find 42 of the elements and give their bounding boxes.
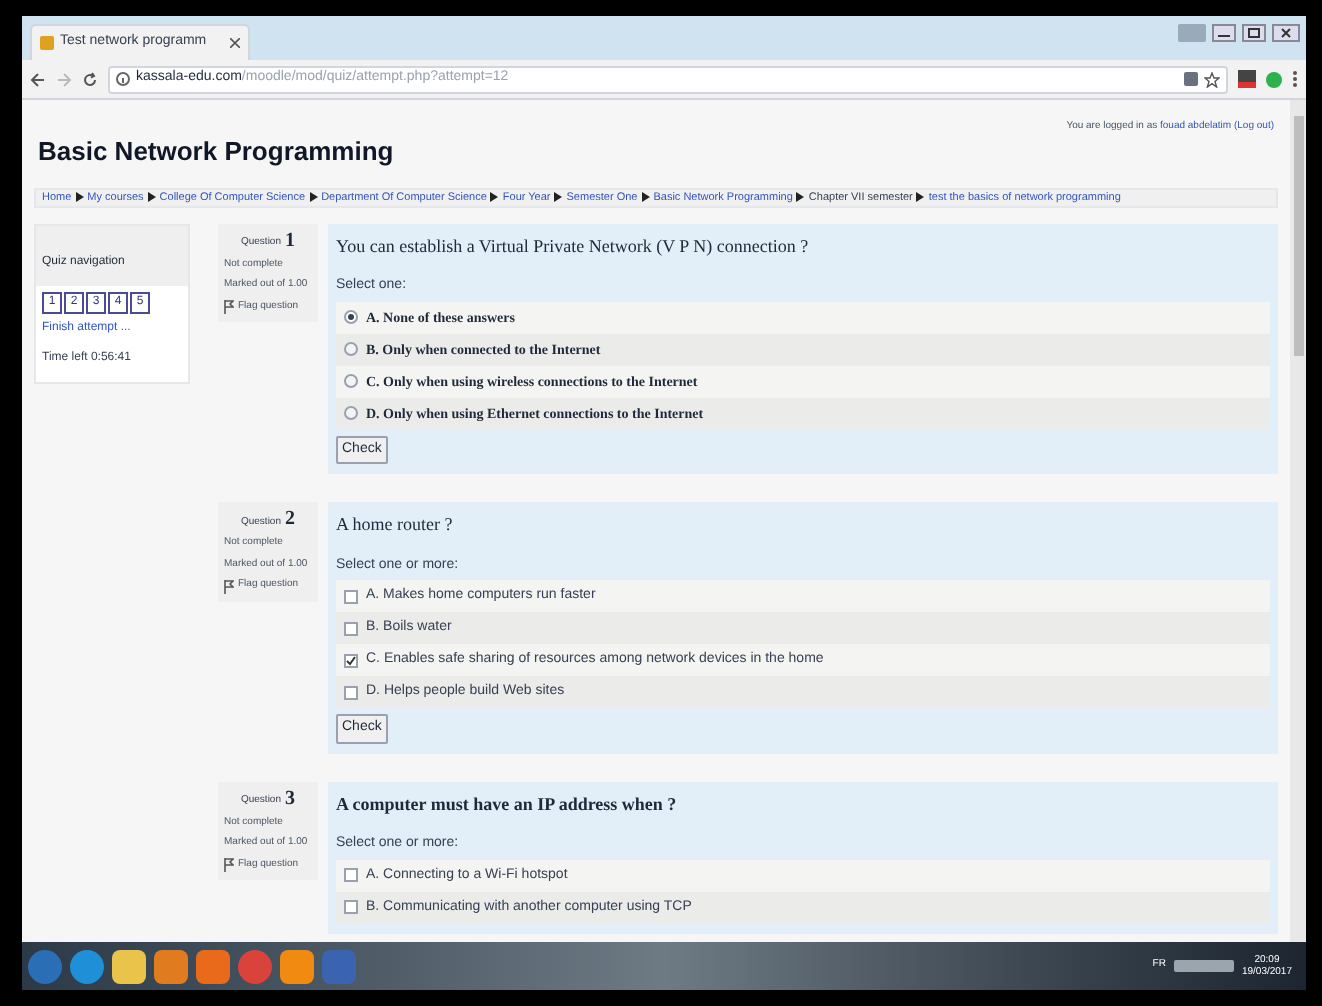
- translate-icon[interactable]: [1184, 72, 1198, 86]
- forward-icon[interactable]: [56, 71, 72, 87]
- checkbox[interactable]: [344, 653, 358, 668]
- scrollbar-thumb[interactable]: [1293, 116, 1303, 356]
- flag-icon[interactable]: [224, 579, 234, 593]
- separator-arrow-icon: [309, 192, 318, 203]
- question-number: 3: [285, 789, 295, 810]
- maximize-icon[interactable]: [1242, 24, 1266, 42]
- radio-button[interactable]: [344, 342, 358, 357]
- star-icon[interactable]: [1204, 71, 1220, 87]
- question-text: You can establish a Virtual Private Network (V P N) connection ?: [336, 233, 811, 260]
- separator-arrow-icon: [554, 192, 563, 203]
- minimize-icon[interactable]: [1212, 24, 1236, 42]
- back-icon[interactable]: [30, 71, 46, 87]
- separator-arrow-icon: [490, 192, 499, 203]
- separator-arrow-icon: [796, 192, 805, 203]
- flag-icon[interactable]: [224, 300, 234, 314]
- separator-arrow-icon: [147, 192, 156, 203]
- question-number: 1: [285, 231, 295, 252]
- checkbox[interactable]: [344, 685, 358, 700]
- radio-button[interactable]: [344, 374, 358, 389]
- radio-button[interactable]: [344, 406, 358, 421]
- flag-icon[interactable]: [224, 858, 234, 872]
- close-icon[interactable]: [230, 38, 240, 48]
- checkbox[interactable]: [344, 900, 358, 915]
- checkbox[interactable]: [344, 621, 358, 636]
- question-text: A computer must have an IP address when ?: [336, 791, 679, 818]
- question-number: 2: [285, 510, 295, 531]
- course-title: Basic Network Programming: [38, 134, 394, 170]
- separator-arrow-icon: [916, 192, 925, 203]
- separator-arrow-icon: [641, 192, 650, 203]
- reload-icon[interactable]: [82, 71, 98, 87]
- checkbox[interactable]: [344, 868, 358, 883]
- scrollbar[interactable]: [1290, 100, 1306, 942]
- separator-arrow-icon: [75, 192, 84, 203]
- favicon-icon: [40, 36, 54, 50]
- info-icon: [116, 72, 130, 86]
- question-text: A home router ?: [336, 512, 455, 539]
- menu-icon[interactable]: [1292, 70, 1298, 88]
- close-window-icon[interactable]: [1272, 24, 1300, 42]
- radio-button[interactable]: [344, 310, 358, 325]
- checkbox[interactable]: [344, 589, 358, 604]
